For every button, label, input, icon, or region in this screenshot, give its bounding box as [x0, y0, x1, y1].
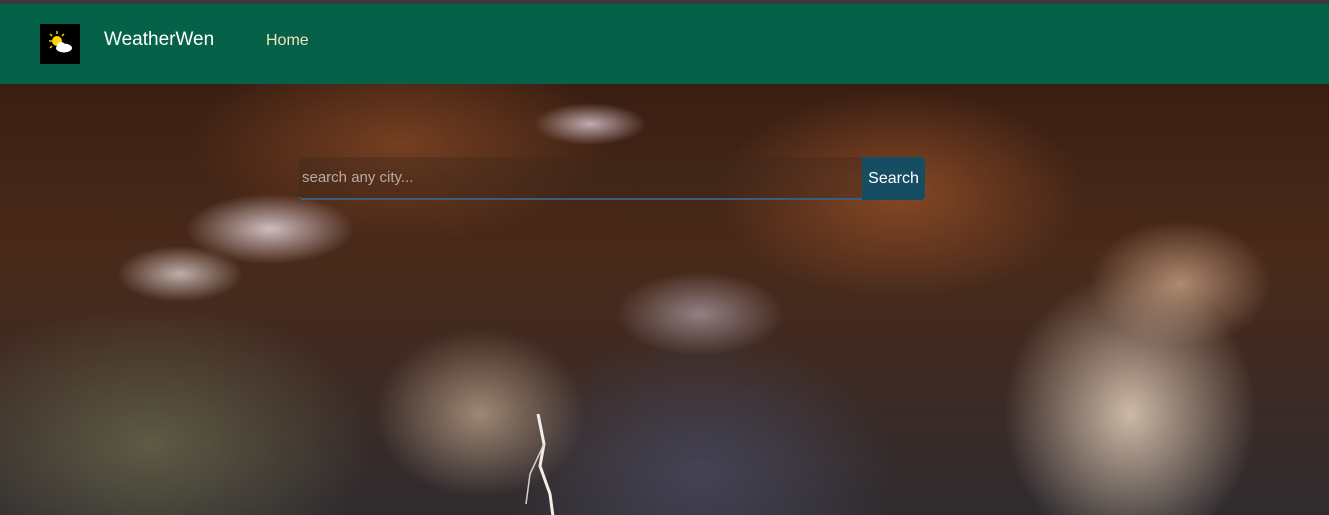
search-input[interactable] — [299, 157, 862, 200]
logo[interactable] — [40, 24, 80, 64]
sun-cloud-icon — [49, 31, 72, 53]
hero-storm-background — [0, 84, 1329, 515]
nav-link-home[interactable]: Home — [266, 32, 309, 50]
brand-name[interactable]: WeatherWen — [104, 29, 214, 51]
navbar: WeatherWen Home — [0, 4, 1329, 84]
search-button[interactable]: Search — [862, 157, 925, 200]
lightning-bolt-decoration — [525, 414, 555, 515]
search-bar: Search — [299, 157, 925, 200]
